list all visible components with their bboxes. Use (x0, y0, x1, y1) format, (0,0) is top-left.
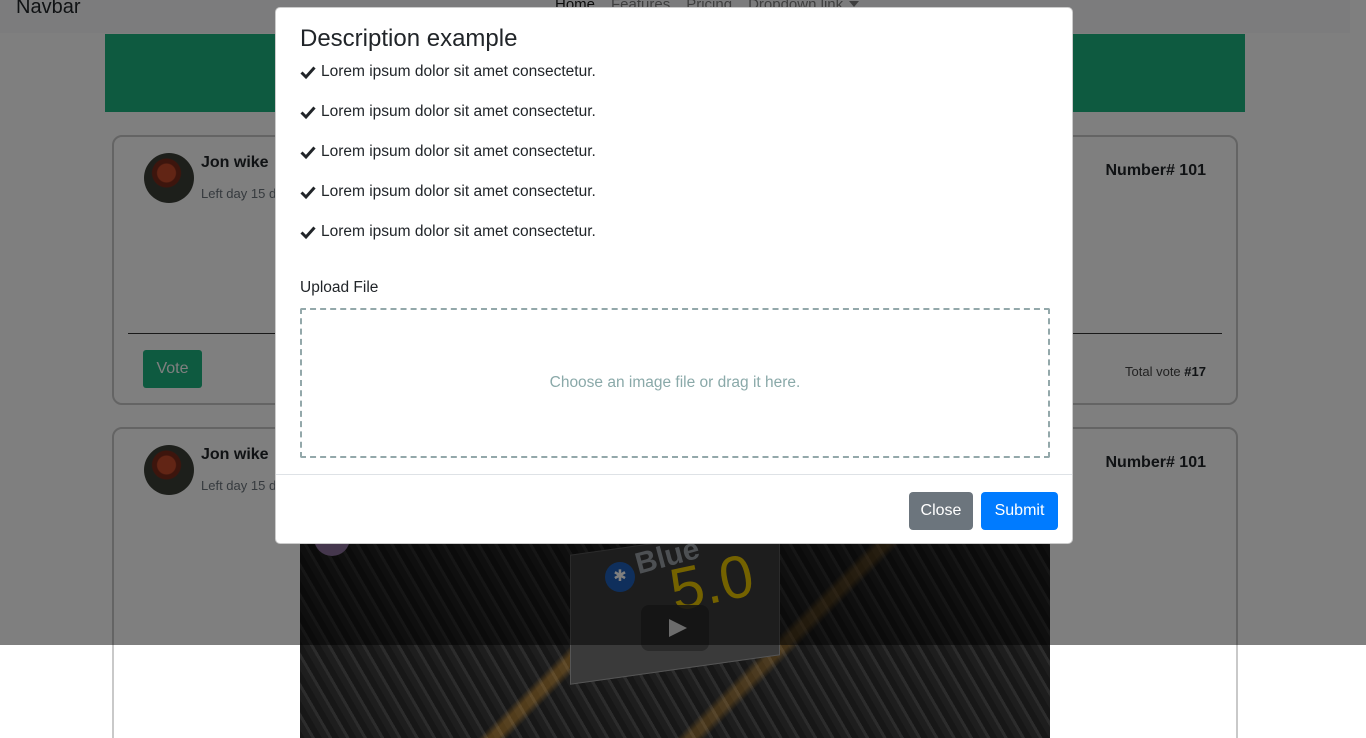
modal-title: Description example (300, 25, 518, 52)
close-button[interactable]: Close (909, 492, 973, 530)
list-item: Lorem ipsum dolor sit amet consectetur. (300, 103, 596, 143)
modal-dialog: Description example Lorem ipsum dolor si… (275, 7, 1073, 544)
submit-button[interactable]: Submit (981, 492, 1058, 530)
list-item: Lorem ipsum dolor sit amet consectetur. (300, 143, 596, 183)
list-item: Lorem ipsum dolor sit amet consectetur. (300, 183, 596, 223)
list-item-text: Lorem ipsum dolor sit amet consectetur. (321, 103, 596, 120)
check-icon (300, 226, 316, 240)
description-list: Lorem ipsum dolor sit amet consectetur. … (300, 63, 596, 263)
list-item: Lorem ipsum dolor sit amet consectetur. (300, 63, 596, 103)
list-item-text: Lorem ipsum dolor sit amet consectetur. (321, 63, 596, 80)
list-item-text: Lorem ipsum dolor sit amet consectetur. (321, 223, 596, 240)
check-icon (300, 146, 316, 160)
list-item: Lorem ipsum dolor sit amet consectetur. (300, 223, 596, 263)
check-icon (300, 66, 316, 80)
list-item-text: Lorem ipsum dolor sit amet consectetur. (321, 183, 596, 200)
upload-file-label: Upload File (300, 279, 379, 296)
dropzone-text: Choose an image file or drag it here. (549, 374, 801, 391)
check-icon (300, 186, 316, 200)
list-item-text: Lorem ipsum dolor sit amet consectetur. (321, 143, 596, 160)
check-icon (300, 106, 316, 120)
modal-footer: Close Submit (276, 474, 1072, 544)
file-dropzone[interactable]: Choose an image file or drag it here. (300, 308, 1050, 458)
